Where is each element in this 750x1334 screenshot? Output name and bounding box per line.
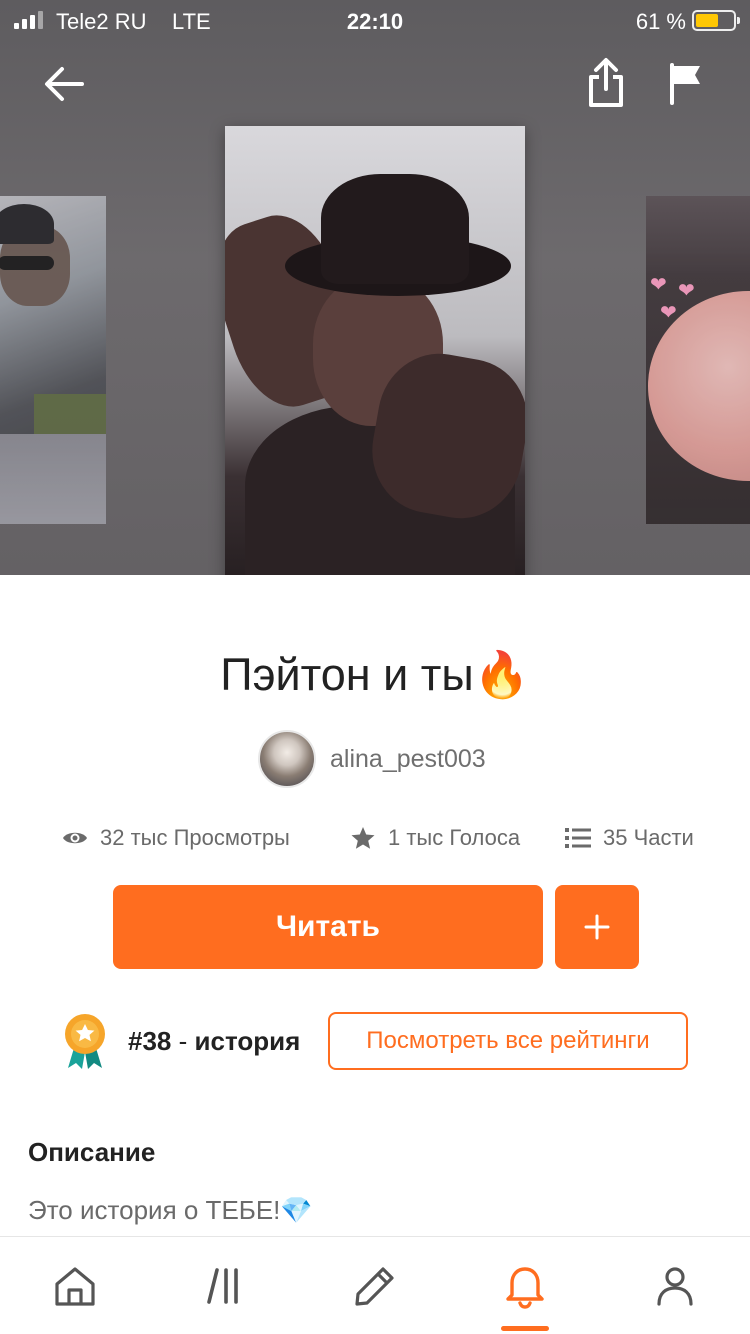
author-name[interactable]: alina_pest003 bbox=[330, 745, 486, 774]
person-icon bbox=[657, 1267, 693, 1306]
nav-library[interactable] bbox=[150, 1237, 300, 1334]
bell-icon bbox=[506, 1267, 544, 1309]
nav-write[interactable] bbox=[300, 1237, 450, 1334]
story-header: ❤ ❤ ❤ Tele2 RU LTE 22:10 61 % bbox=[0, 0, 750, 575]
active-tab-indicator bbox=[501, 1326, 549, 1331]
next-story-cover[interactable]: ❤ ❤ ❤ bbox=[646, 196, 750, 524]
status-bar: Tele2 RU LTE 22:10 61 % bbox=[0, 0, 750, 42]
story-title: Пэйтон и ты🔥 bbox=[220, 649, 530, 700]
author-link[interactable]: alina_pest003 bbox=[258, 730, 486, 788]
previous-story-cover[interactable] bbox=[0, 196, 106, 524]
description-text: Это история о ТЕБЕ!💎 bbox=[28, 1195, 313, 1225]
bottom-navigation bbox=[0, 1236, 750, 1334]
eye-icon bbox=[63, 832, 87, 844]
home-icon bbox=[55, 1267, 95, 1306]
avatar[interactable] bbox=[258, 730, 316, 788]
library-icon bbox=[207, 1268, 238, 1304]
list-icon bbox=[565, 828, 591, 848]
flag-icon bbox=[670, 63, 700, 105]
view-all-rankings-button[interactable]: Посмотреть все рейтинги bbox=[328, 1012, 688, 1070]
read-button[interactable]: Читать bbox=[113, 885, 543, 969]
plus-icon bbox=[584, 914, 610, 940]
back-button[interactable] bbox=[36, 56, 92, 112]
share-icon bbox=[589, 58, 623, 107]
nav-notifications[interactable] bbox=[450, 1237, 600, 1334]
share-button[interactable] bbox=[578, 55, 634, 111]
votes-stat: 1 тыс Голоса bbox=[350, 818, 520, 858]
story-stats: 32 тыс Просмотры 1 тыс Голоса 35 Части bbox=[0, 818, 750, 858]
nav-home[interactable] bbox=[0, 1237, 150, 1334]
rank-tag: история bbox=[194, 1025, 301, 1056]
star-icon bbox=[351, 827, 375, 849]
description-heading: Описание bbox=[28, 1137, 156, 1167]
ranking-text: #38 - история bbox=[128, 1026, 300, 1057]
story-cover[interactable] bbox=[225, 126, 525, 575]
nav-profile[interactable] bbox=[600, 1237, 750, 1334]
battery-icon bbox=[692, 10, 740, 31]
report-button[interactable] bbox=[658, 55, 714, 111]
medal-icon bbox=[65, 1014, 105, 1069]
rank-separator: - bbox=[171, 1025, 195, 1056]
votes-label: 1 тыс Голоса bbox=[388, 825, 521, 850]
rank-number: #38 bbox=[128, 1025, 172, 1056]
parts-stat: 35 Части bbox=[565, 818, 694, 858]
battery-percent: 61 % bbox=[635, 9, 686, 34]
arrow-left-icon bbox=[45, 67, 84, 101]
pencil-icon bbox=[355, 1267, 394, 1306]
ranking-badge: #38 - история bbox=[62, 1012, 300, 1070]
parts-label: 35 Части bbox=[603, 825, 694, 850]
add-to-library-button[interactable] bbox=[555, 885, 639, 969]
views-label: 32 тыс Просмотры bbox=[100, 825, 290, 850]
views-stat: 32 тыс Просмотры bbox=[62, 818, 290, 858]
